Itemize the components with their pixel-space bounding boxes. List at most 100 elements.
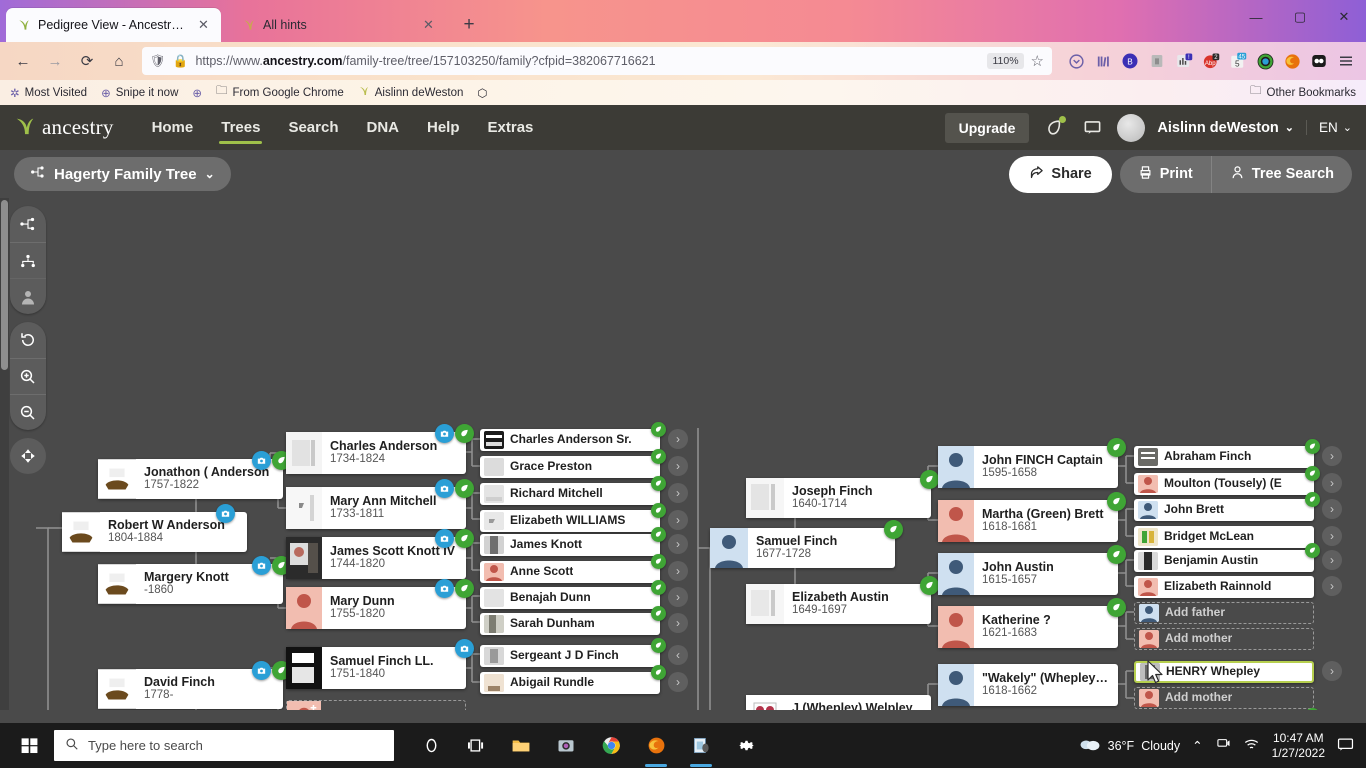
person-node[interactable]: Elizabeth Austin 1649-1697 [746, 576, 939, 624]
address-bar[interactable]: 🛡 🔒 https://www.ancestry.com/family-tree… [142, 47, 1052, 75]
expand-chevron-icon[interactable]: › [1322, 499, 1342, 519]
ancestry-logo[interactable]: ancestry [14, 114, 114, 142]
photo-badge-icon[interactable] [216, 504, 235, 523]
zoom-level-badge[interactable]: 110% [987, 53, 1024, 69]
tree-selector-button[interactable]: Hagerty Family Tree ⌄ [14, 157, 231, 191]
pedigree-view-icon[interactable] [10, 206, 46, 242]
cortana-icon[interactable] [410, 723, 452, 768]
person-node[interactable]: Sergeant J D Finch [480, 638, 666, 667]
reset-icon[interactable] [10, 322, 46, 358]
bitwarden-icon[interactable]: B [1118, 49, 1142, 73]
person-node[interactable]: Martha (Green) Brett 1618-1681 [938, 492, 1126, 542]
print-button[interactable]: Print [1120, 156, 1211, 193]
person-node[interactable]: J (Whepley) Welpley 1648-1712 [746, 695, 931, 710]
hint-badge-icon[interactable] [651, 503, 666, 518]
person-node[interactable]: Richard Mitchell [480, 476, 666, 505]
person-node[interactable]: Benajah Dunn [480, 580, 666, 609]
person-node[interactable]: Charles Anderson 1734-1824 [286, 424, 474, 474]
photo-badge-icon[interactable] [435, 424, 454, 443]
person-node[interactable]: Robert W Anderson 1804-1884 [62, 504, 247, 552]
person-node[interactable]: Jonathon ( Anderson 1757-1822 [98, 451, 291, 499]
person-node[interactable]: "Wakely" (Whepley) W 1618-1662 [938, 664, 1118, 706]
hint-badge-icon[interactable] [651, 476, 666, 491]
nav-trees[interactable]: Trees [207, 105, 274, 150]
file-explorer-icon[interactable] [500, 723, 542, 768]
scrollbar-thumb[interactable] [1, 200, 8, 370]
person-node[interactable]: Benjamin Austin [1134, 543, 1320, 572]
photo-badge-icon[interactable] [252, 661, 271, 680]
minimize-button[interactable]: — [1234, 0, 1278, 34]
hint-badge-icon[interactable] [920, 470, 939, 489]
person-node[interactable]: Katherine ? 1621-1683 [938, 598, 1126, 648]
person-node[interactable]: Margery Knott -1860 [98, 556, 291, 604]
person-node[interactable]: John Austin 1615-1657 [938, 545, 1126, 595]
person-node[interactable]: Elizabeth WILLIAMS [480, 503, 666, 532]
person-view-icon[interactable] [10, 278, 46, 314]
hint-badge-icon[interactable] [651, 554, 666, 569]
photo-badge-icon[interactable] [435, 529, 454, 548]
person-node[interactable]: Charles Anderson Sr. [480, 422, 666, 451]
expand-chevron-icon[interactable]: › [668, 613, 688, 633]
hamburger-menu-icon[interactable] [1334, 49, 1358, 73]
messages-icon[interactable] [1079, 115, 1105, 141]
hint-badge-icon[interactable] [884, 520, 903, 539]
library-icon[interactable] [1091, 49, 1115, 73]
add-father-placeholder[interactable]: Add father [1134, 602, 1314, 624]
photo-badge-icon[interactable] [252, 556, 271, 575]
expand-chevron-icon[interactable]: › [1322, 661, 1342, 681]
person-node[interactable]: Mary Ann Mitchell 1733-1811 [286, 479, 474, 529]
expand-chevron-icon[interactable]: › [1322, 446, 1342, 466]
photo-badge-icon[interactable] [435, 479, 454, 498]
task-view-icon[interactable] [455, 723, 497, 768]
hints-leaf-icon[interactable] [1041, 115, 1067, 141]
expand-chevron-icon[interactable]: › [668, 483, 688, 503]
settings-icon[interactable] [725, 723, 767, 768]
nav-dna[interactable]: DNA [353, 105, 414, 150]
person-node[interactable]: John FINCH Captain 1595-1658 [938, 438, 1126, 488]
zoom-out-icon[interactable] [10, 394, 46, 430]
pocket-icon[interactable] [1064, 49, 1088, 73]
hint-badge-icon[interactable] [651, 638, 666, 653]
snip-tool-icon[interactable] [680, 723, 722, 768]
person-node[interactable]: John Brett [1134, 492, 1320, 521]
expand-chevron-icon[interactable]: › [668, 587, 688, 607]
firefox-account-icon[interactable] [1280, 49, 1304, 73]
close-icon[interactable]: ✕ [420, 17, 437, 34]
person-node[interactable]: Joseph Finch 1640-1714 [746, 470, 939, 518]
expand-chevron-icon[interactable]: › [1322, 576, 1342, 596]
hint-badge-icon[interactable] [651, 665, 666, 680]
expand-chevron-icon[interactable]: › [668, 456, 688, 476]
hint-badge-icon[interactable] [651, 606, 666, 621]
nav-extras[interactable]: Extras [474, 105, 548, 150]
language-selector[interactable]: EN ⌄ [1306, 120, 1352, 135]
show-hidden-icons[interactable]: ⌃ [1192, 738, 1202, 753]
shield-icon[interactable]: 🛡 [150, 54, 166, 69]
bookmark-globe-only[interactable]: ⊕ [192, 86, 202, 100]
zoom-in-icon[interactable] [10, 358, 46, 394]
close-window-button[interactable]: ✕ [1322, 0, 1366, 34]
expand-chevron-icon[interactable]: › [1322, 526, 1342, 546]
wifi-icon[interactable] [1243, 737, 1260, 754]
hint-badge-icon[interactable] [455, 579, 474, 598]
tree-search-button[interactable]: Tree Search [1210, 155, 1352, 193]
add-mother-placeholder[interactable]: Add mother [286, 700, 466, 710]
person-node[interactable]: James Scott Knott IV 1744-1820 [286, 529, 474, 579]
dark-reader-icon[interactable] [1307, 49, 1331, 73]
hint-badge-icon[interactable] [1107, 438, 1126, 457]
taskbar-search-input[interactable]: Type here to search [54, 730, 394, 761]
person-node[interactable]: Abigail Rundle [480, 665, 666, 694]
person-node[interactable]: Anne Scott [480, 554, 666, 583]
fit-to-screen-icon[interactable] [10, 438, 46, 474]
person-node[interactable]: Samuel Finch 1677-1728 [710, 520, 903, 568]
other-bookmarks[interactable]: 🗀 Other Bookmarks [1250, 83, 1356, 102]
person-node[interactable]: Grace Preston [480, 449, 666, 478]
expand-chevron-icon[interactable]: › [668, 429, 688, 449]
hint-badge-icon[interactable] [455, 479, 474, 498]
back-icon[interactable]: ← [8, 46, 38, 76]
onedrive-icon[interactable] [1215, 737, 1231, 754]
vertical-scrollbar[interactable] [0, 198, 9, 710]
person-node[interactable]: Mary Dunn 1755-1820 [286, 579, 474, 629]
person-node[interactable]: James Knott [480, 527, 666, 556]
maximize-button[interactable]: ▢ [1278, 0, 1322, 34]
expand-chevron-icon[interactable]: › [668, 672, 688, 692]
